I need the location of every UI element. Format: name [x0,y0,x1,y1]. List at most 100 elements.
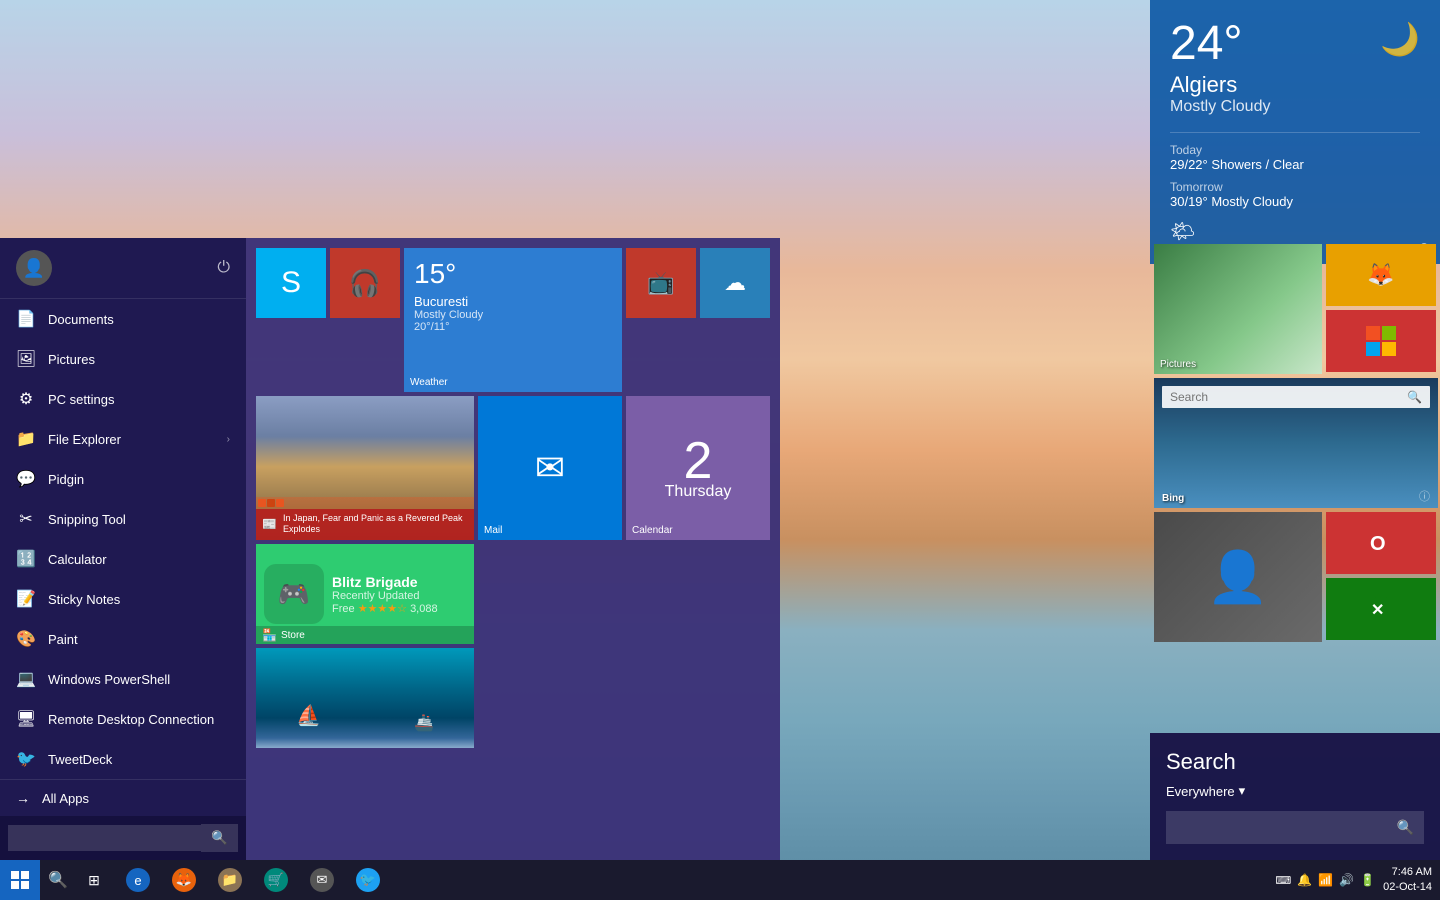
taskbar-store-button[interactable]: 🛒 [254,860,298,900]
start-search-input[interactable] [8,825,201,851]
taskbar-clock[interactable]: 7:46 AM 02-Oct-14 [1383,865,1432,896]
news-icon: 📰 [262,517,277,531]
nav-label-all-apps: All Apps [42,791,89,806]
calendar-tile[interactable]: 2 Thursday Calendar [626,396,770,540]
microsoft-tile[interactable] [1326,310,1436,372]
nav-item-snipping-tool[interactable]: ✂ Snipping Tool [0,499,246,539]
start-user-area: 👤 ⏻ [0,238,246,299]
start-menu-left: 👤 ⏻ 📄 Documents 🖼 Pictures ⚙ PC settings… [0,238,246,860]
network-icon[interactable]: 📶 [1318,873,1333,887]
taskbar-search-button[interactable]: 🔍 [40,860,76,900]
bing-search-bar[interactable]: 🔍 [1162,386,1430,408]
pictures-label: Pictures [1160,359,1196,370]
weather-tile-temp: 15° [414,258,612,290]
weather-tile-content: 15° Bucuresti Mostly Cloudy 20°/11° Weat… [404,248,622,392]
taskbar-task-view-button[interactable]: ⊞ [76,860,112,900]
cloud-icon: ☁ [724,270,746,296]
taskbar-file-explorer-button[interactable]: 📁 [208,860,252,900]
start-tiles-panel: S 🎧 15° Bucuresti Mostly Cloudy 20°/11° … [246,238,780,860]
mail-tile[interactable]: ✉ Mail [478,396,622,540]
nav-label-calculator: Calculator [48,552,107,567]
right-tiles-panel: Pictures 🦊 🔍 Bing ⓘ 👤 O ✕ [1150,240,1440,646]
nav-item-file-explorer[interactable]: 📁 File Explorer › [0,419,246,459]
nav-item-all-apps[interactable]: → All Apps [0,779,246,816]
volume-icon[interactable]: 🔊 [1339,873,1354,887]
weather-forecast: Today 29/22° Showers / Clear Tomorrow 30… [1170,132,1420,244]
weather-tile[interactable]: 15° Bucuresti Mostly Cloudy 20°/11° Weat… [404,248,622,392]
twitter-taskbar-icon: 🐦 [356,868,380,892]
nav-item-remote-desktop[interactable]: 🖥 Remote Desktop Connection [0,699,246,739]
forecast-tomorrow: Tomorrow 30/19° Mostly Cloudy [1170,180,1420,209]
blitz-free-label: Free [332,603,355,615]
calendar-day: Thursday [665,483,732,501]
nav-item-pc-settings[interactable]: ⚙ PC settings [0,379,246,419]
blitz-name: Blitz Brigade [332,574,438,590]
pictures-nav-icon: 🖼 [16,349,36,369]
nav-item-tweetdeck[interactable]: 🐦 TweetDeck [0,739,246,779]
taskbar-firefox-button[interactable]: 🦊 [162,860,206,900]
taskbar-mail-button[interactable]: ✉ [300,860,344,900]
paint-icon: 🎨 [16,629,36,649]
xbox-tile[interactable]: ✕ [1326,578,1436,640]
all-apps-arrow-icon: → [16,790,30,806]
file-explorer-taskbar-icon: 📁 [218,868,242,892]
search-submit-button[interactable]: 🔍 [1387,811,1424,844]
person-tile[interactable]: 👤 [1154,512,1322,642]
snipping-tool-icon: ✂ [16,509,36,529]
nav-item-paint[interactable]: 🎨 Paint [0,619,246,659]
search-scope-label: Everywhere [1166,784,1235,799]
nav-item-sticky-notes[interactable]: 📝 Sticky Notes [0,579,246,619]
tomorrow-detail: 30/19° Mostly Cloudy [1170,194,1420,209]
headphones-tile[interactable]: 🎧 [330,248,400,318]
office-tile[interactable]: O [1326,512,1436,574]
nav-label-powershell: Windows PowerShell [48,672,170,687]
start-search-area: 🔍 [0,816,246,860]
search-input[interactable] [1166,812,1387,843]
chevron-right-icon: › [227,434,230,445]
weather-moon-icon: 🌙 [1380,20,1420,58]
notifications-icon[interactable]: 🔔 [1297,873,1312,887]
mail-icon: ✉ [535,447,565,489]
calculator-icon: 🔢 [16,549,36,569]
nav-item-pidgin[interactable]: 💬 Pidgin [0,459,246,499]
pidgin-icon: 💬 [16,469,36,489]
start-button[interactable] [0,860,40,900]
mail-label: Mail [484,525,502,536]
remote-desktop-icon: 🖥 [16,709,36,729]
battery-icon: 🔋 [1360,873,1375,887]
start-search-button[interactable]: 🔍 [201,824,238,852]
today-detail: 29/22° Showers / Clear [1170,157,1420,172]
taskbar-twitter-button[interactable]: 🐦 [346,860,390,900]
skype-icon: S [281,266,301,300]
pictures-tile[interactable]: Pictures [1154,244,1322,374]
cloud-tile[interactable]: ☁ [700,248,770,318]
taskbar-ie-button[interactable]: e [116,860,160,900]
nav-item-documents[interactable]: 📄 Documents [0,299,246,339]
search-panel: Search Everywhere ▾ 🔍 [1150,733,1440,860]
power-button[interactable]: ⏻ [217,259,230,277]
nav-item-calculator[interactable]: 🔢 Calculator [0,539,246,579]
bing-search-icon: 🔍 [1407,390,1422,404]
photo-tile-bottom[interactable]: ⛵ 🚢 [256,648,474,748]
file-explorer-icon: 📁 [16,429,36,449]
weather-city: Algiers [1170,72,1420,98]
news-tile[interactable]: 📰 In Japan, Fear and Panic as a Revered … [256,396,474,540]
today-label: Today [1170,143,1420,157]
firefox-tile[interactable]: 🦊 [1326,244,1436,306]
bing-tile[interactable]: 🔍 Bing ⓘ [1154,378,1438,508]
nav-item-pictures[interactable]: 🖼 Pictures [0,339,246,379]
search-scope-selector[interactable]: Everywhere ▾ [1166,783,1424,799]
nav-item-powershell[interactable]: 💻 Windows PowerShell [0,659,246,699]
bing-search-input[interactable] [1170,390,1407,404]
tv-tile[interactable]: 📺 [626,248,696,318]
nav-label-pictures: Pictures [48,352,95,367]
headphones-icon: 🎧 [349,268,381,299]
tiles-row-2: 📰 In Japan, Fear and Panic as a Revered … [256,396,770,540]
tiles-row-3: 🎮 Blitz Brigade Recently Updated Free ★★… [256,544,770,644]
blitz-info: Blitz Brigade Recently Updated Free ★★★★… [332,574,438,615]
bing-info-icon[interactable]: ⓘ [1419,488,1430,504]
right-small-tiles-2: O ✕ [1326,512,1436,642]
skype-tile[interactable]: S [256,248,326,318]
blitz-updated: Recently Updated [332,590,438,602]
blitz-brigade-tile[interactable]: 🎮 Blitz Brigade Recently Updated Free ★★… [256,544,474,644]
